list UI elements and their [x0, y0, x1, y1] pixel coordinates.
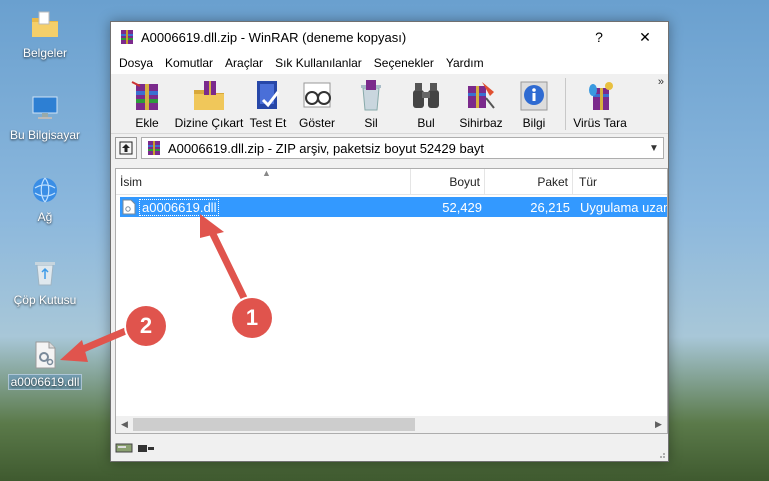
winrar-app-icon — [121, 30, 133, 44]
desktop-icon-label: Çöp Kutusu — [13, 293, 77, 307]
file-list[interactable]: ▲ İsim Boyut Paket Tür a0006619.dll 52,4… — [115, 168, 668, 434]
toolbar-separator — [565, 78, 566, 130]
menu-secenekler[interactable]: Seçenekler — [368, 56, 440, 70]
folder-icon — [32, 11, 58, 37]
desktop-icon-this-pc[interactable]: Bu Bilgisayar — [0, 92, 90, 142]
wizard-label: Sihirbaz — [459, 116, 503, 130]
view-button[interactable]: Göster — [291, 78, 343, 130]
toolbar: Ekle Dizine Çıkart Test Et Göster Sil Bu… — [111, 74, 668, 134]
desktop-icon-dll-file[interactable]: a0006619.dll — [0, 339, 90, 390]
menu-sik-kullanilanlar[interactable]: Sık Kullanılanlar — [269, 56, 368, 70]
column-header-type[interactable]: Tür — [573, 169, 667, 194]
find-label: Bul — [417, 116, 435, 130]
add-archive-icon — [131, 81, 158, 110]
extract-label: Dizine Çıkart — [174, 116, 244, 130]
find-button[interactable]: Bul — [399, 78, 453, 130]
info-label: Bilgi — [522, 116, 546, 130]
file-name: a0006619.dll — [138, 198, 220, 216]
resize-grip-icon[interactable] — [656, 449, 666, 459]
test-archive-icon — [257, 81, 280, 109]
file-size: 52,429 — [442, 199, 482, 215]
view-label: Göster — [298, 116, 335, 130]
list-header: ▲ İsim Boyut Paket Tür — [116, 168, 667, 195]
add-label: Ekle — [135, 116, 159, 130]
address-field[interactable]: A0006619.dll.zip - ZIP arşiv, paketsiz b… — [141, 137, 664, 159]
test-button[interactable]: Test Et — [245, 78, 291, 130]
winrar-window: A0006619.dll.zip - WinRAR (deneme kopyas… — [110, 21, 669, 462]
zip-archive-icon — [148, 141, 160, 155]
column-header-size[interactable]: Boyut — [411, 169, 485, 194]
find-binoculars-icon — [413, 83, 439, 108]
desktop-icon-label: Ağ — [37, 210, 53, 224]
computer-icon — [32, 96, 58, 119]
info-icon — [520, 81, 548, 111]
wizard-icon — [468, 82, 495, 109]
extract-button[interactable]: Dizine Çıkart — [173, 78, 245, 130]
scroll-track[interactable] — [133, 417, 650, 432]
toolbar-more-chevron-icon[interactable]: » — [658, 76, 664, 88]
drive-icon — [115, 443, 133, 453]
menu-dosya[interactable]: Dosya — [113, 56, 159, 70]
status-bar — [111, 435, 668, 461]
address-text: A0006619.dll.zip - ZIP arşiv, paketsiz b… — [168, 140, 485, 156]
step-badge-1: 1 — [232, 298, 272, 338]
step-badge-2: 2 — [126, 306, 166, 346]
view-glasses-icon — [303, 82, 331, 108]
chevron-down-icon[interactable]: ▼ — [645, 143, 663, 154]
add-button[interactable]: Ekle — [121, 78, 173, 130]
virus-scan-label: Virüs Tara — [573, 116, 627, 130]
horizontal-scrollbar[interactable]: ◀ ▶ — [116, 416, 667, 433]
desktop-icon-label: Bu Bilgisayar — [9, 128, 81, 142]
file-type: Uygulama uzantısı — [580, 199, 667, 215]
close-button[interactable]: ✕ — [622, 22, 668, 52]
extract-folder-icon — [194, 81, 224, 110]
address-bar: A0006619.dll.zip - ZIP arşiv, paketsiz b… — [111, 134, 668, 162]
delete-button[interactable]: Sil — [343, 78, 399, 130]
scroll-left-icon[interactable]: ◀ — [116, 419, 133, 430]
title-bar[interactable]: A0006619.dll.zip - WinRAR (deneme kopyas… — [111, 22, 668, 52]
help-button[interactable]: ? — [576, 22, 622, 52]
desktop-icon-network[interactable]: Ağ — [0, 174, 90, 224]
virus-scan-button[interactable]: Virüs Tara — [572, 78, 628, 130]
delete-bin-icon — [361, 80, 381, 111]
table-row[interactable]: a0006619.dll 52,429 26,215 Uygulama uzan… — [120, 197, 667, 217]
file-packed: 26,215 — [530, 199, 570, 215]
wizard-button[interactable]: Sihirbaz — [453, 78, 509, 130]
desktop-icon-documents[interactable]: Belgeler — [0, 10, 90, 60]
network-globe-icon — [33, 177, 57, 203]
delete-label: Sil — [364, 116, 378, 130]
desktop-icon-label: a0006619.dll — [7, 374, 83, 390]
menu-araclar[interactable]: Araçlar — [219, 56, 269, 70]
window-title: A0006619.dll.zip - WinRAR (deneme kopyas… — [141, 29, 407, 45]
up-folder-button[interactable] — [115, 137, 137, 159]
desktop-icon-recycle-bin[interactable]: Çöp Kutusu — [0, 257, 90, 307]
test-label: Test Et — [249, 116, 287, 130]
scroll-right-icon[interactable]: ▶ — [650, 419, 667, 430]
sort-arrow-icon: ▲ — [262, 168, 271, 178]
menu-bar: Dosya Komutlar Araçlar Sık Kullanılanlar… — [111, 52, 668, 74]
menu-yardim[interactable]: Yardım — [440, 56, 490, 70]
recycle-bin-icon — [35, 262, 55, 286]
info-button[interactable]: Bilgi — [509, 78, 559, 130]
column-header-packed[interactable]: Paket — [485, 169, 573, 194]
dll-file-icon — [35, 341, 56, 369]
menu-komutlar[interactable]: Komutlar — [159, 56, 219, 70]
scroll-thumb[interactable] — [133, 418, 415, 431]
lock-key-icon — [138, 445, 154, 452]
dll-file-icon — [122, 199, 136, 215]
virus-scan-icon — [589, 82, 613, 110]
up-arrow-icon — [119, 141, 133, 155]
desktop-icon-label: Belgeler — [22, 46, 68, 60]
